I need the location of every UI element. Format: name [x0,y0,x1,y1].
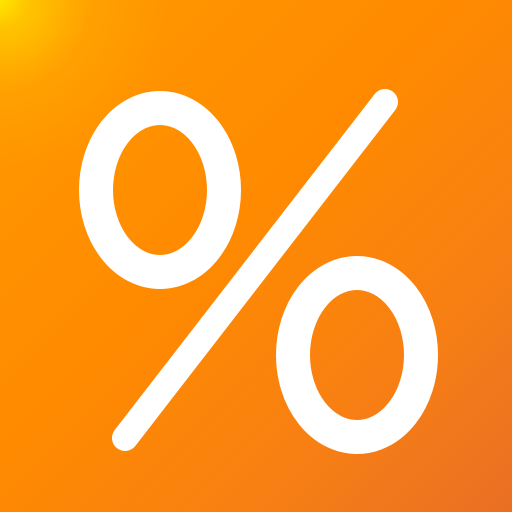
app-icon-tile[interactable]: % [0,0,512,512]
percent-upper-zero [79,91,241,289]
percent-icon [79,89,438,454]
percent-lower-zero [276,256,438,454]
